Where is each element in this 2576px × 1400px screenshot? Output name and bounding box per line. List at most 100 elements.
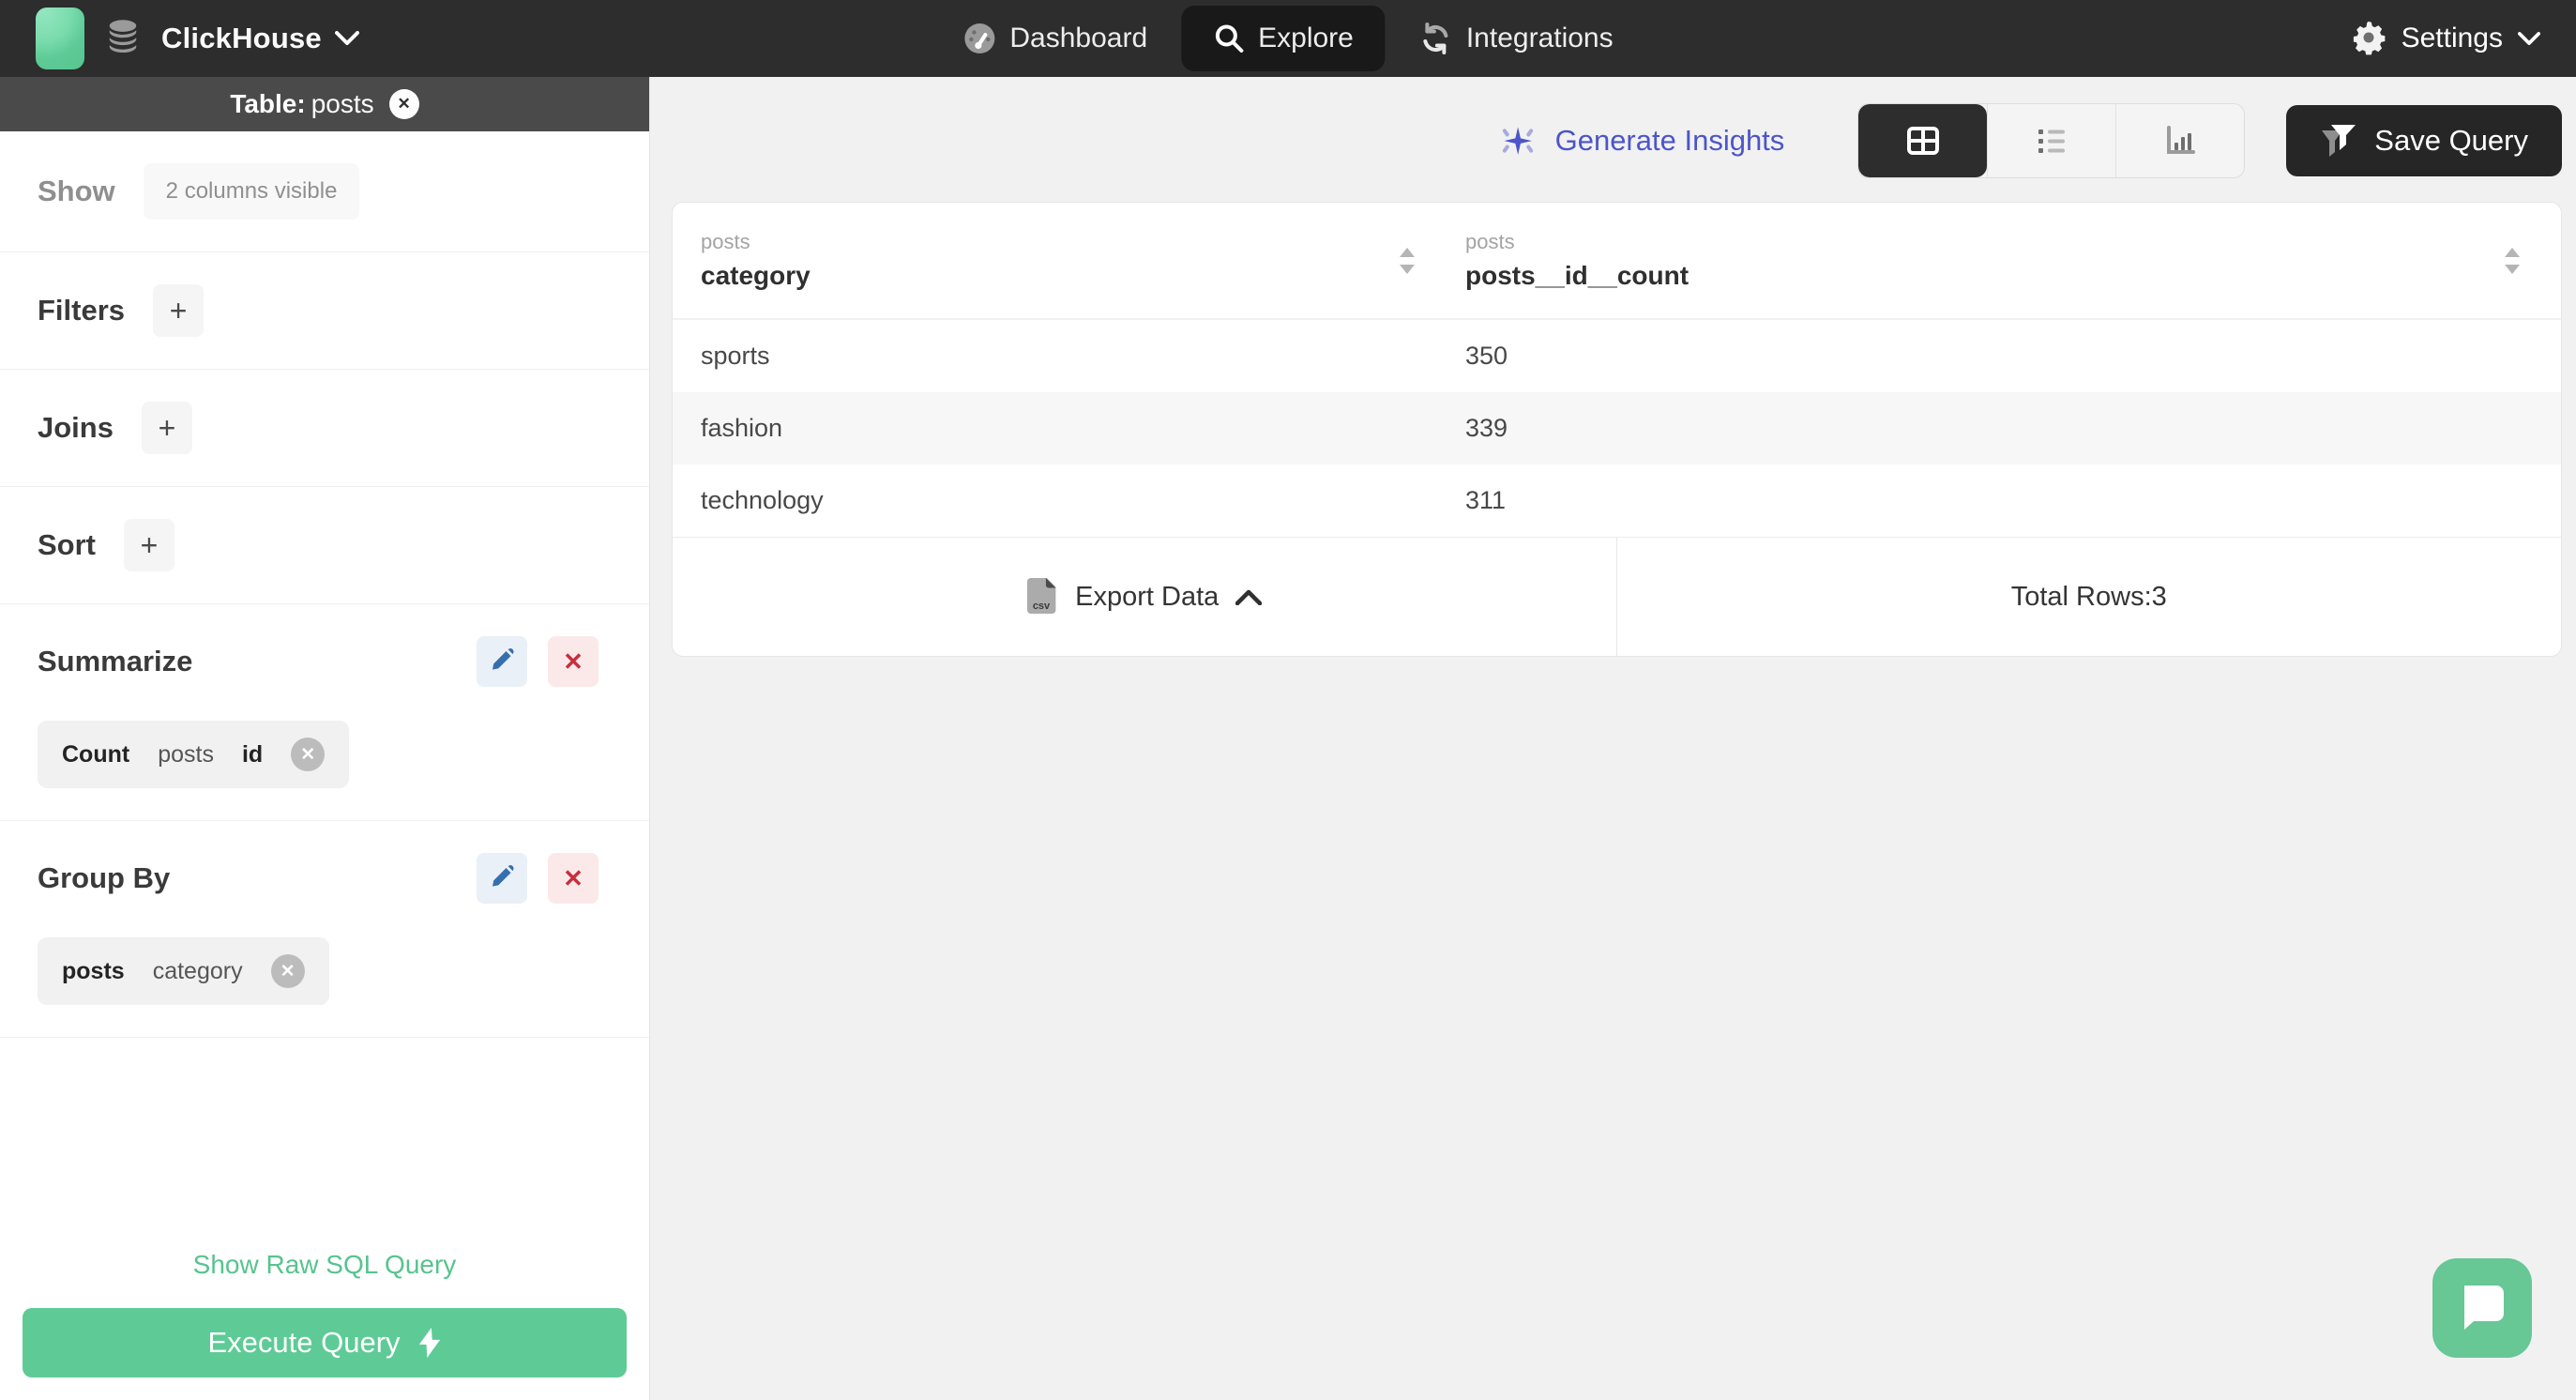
brand-menu[interactable]: ClickHouse <box>36 8 359 69</box>
delete-group-by-button[interactable]: ✕ <box>548 853 599 904</box>
list-view-button[interactable] <box>1987 104 2115 177</box>
group-by-label: Group By <box>38 861 171 894</box>
table-footer: csv Export Data Total Rows:3 <box>673 537 2561 656</box>
table-grid-icon <box>1902 119 1945 162</box>
gauge-icon <box>962 22 996 55</box>
sort-icon[interactable] <box>1396 245 1418 277</box>
generate-insights-link[interactable]: Generate Insights <box>1497 120 1784 161</box>
nav-item-integrations[interactable]: Integrations <box>1399 8 1634 68</box>
settings-menu[interactable]: Settings <box>2351 21 2540 56</box>
save-query-label: Save Query <box>2374 124 2528 157</box>
sync-icon <box>1419 22 1453 55</box>
chart-view-button[interactable] <box>2115 104 2244 177</box>
add-sort-button[interactable]: + <box>124 519 174 571</box>
add-join-button[interactable]: + <box>141 402 192 454</box>
summarize-label: Summarize <box>38 645 193 677</box>
joins-label: Joins <box>38 411 114 444</box>
total-rows-label: Total Rows:3 <box>2010 581 2167 612</box>
column-name-label: category <box>701 261 811 290</box>
table-header-row: posts category posts posts__id__count <box>673 203 2561 320</box>
export-data-label: Export Data <box>1075 581 1220 612</box>
sort-section: Sort + <box>0 487 649 604</box>
cell-category: fashion <box>701 414 783 442</box>
query-builder-sidebar: Table: posts ✕ Show 2 columns visible Fil… <box>0 77 650 1400</box>
chip-field: category <box>152 957 243 984</box>
chip-table: posts <box>158 740 214 768</box>
sort-icon[interactable] <box>2501 245 2523 277</box>
column-name-label: posts__id__count <box>1465 261 1690 290</box>
summarize-chip: Count posts id ✕ <box>38 721 350 788</box>
edit-summarize-button[interactable] <box>477 636 527 687</box>
remove-summarize-chip-button[interactable]: ✕ <box>291 738 326 771</box>
results-table-card: posts category posts posts__id__count sp… <box>672 202 2562 657</box>
table-row[interactable]: technology 311 <box>673 464 2561 537</box>
nav-item-dashboard[interactable]: Dashboard <box>942 8 1168 68</box>
app-logo <box>36 8 84 69</box>
remove-table-button[interactable]: ✕ <box>388 89 419 119</box>
filters-section: Filters + <box>0 252 649 370</box>
chip-table: posts <box>62 957 125 984</box>
settings-label: Settings <box>2401 23 2503 53</box>
cell-category: sports <box>701 342 770 370</box>
joins-section: Joins + <box>0 370 649 487</box>
table-row[interactable]: fashion 339 <box>673 392 2561 464</box>
primary-nav: Dashboard Explore Integrations <box>942 0 1633 77</box>
selected-table-bar: Table: posts ✕ <box>0 77 649 131</box>
show-raw-sql-link[interactable]: Show Raw SQL Query <box>23 1250 627 1280</box>
chevron-up-icon <box>1235 589 1263 605</box>
table-row[interactable]: sports 350 <box>673 320 2561 392</box>
results-panel: Generate Insights Save Query posts categ… <box>650 77 2576 1400</box>
pencil-icon <box>489 648 515 675</box>
chip-field: id <box>241 740 264 768</box>
cell-category: technology <box>701 486 824 514</box>
app-root: ClickHouse Dashboard Explore Integration… <box>0 0 2576 1400</box>
gear-icon <box>2351 21 2387 56</box>
pencil-icon <box>489 865 515 891</box>
chat-widget-button[interactable] <box>2432 1258 2532 1358</box>
funnel-icon <box>2320 123 2357 159</box>
export-data-button[interactable]: csv Export Data <box>673 538 1617 656</box>
view-mode-toggle <box>1857 103 2246 178</box>
edit-group-by-button[interactable] <box>477 853 527 904</box>
column-header-count[interactable]: posts posts__id__count <box>1465 203 2561 318</box>
svg-text:csv: csv <box>1033 601 1051 612</box>
chip-aggregate: Count <box>62 740 130 768</box>
column-table-label: posts <box>701 230 750 253</box>
cell-count: 311 <box>1465 486 1507 514</box>
table-name: posts <box>311 89 374 118</box>
nav-item-label: Dashboard <box>1009 23 1148 53</box>
cell-count: 350 <box>1465 342 1508 370</box>
table-prefix: Table: <box>230 89 306 118</box>
nav-item-explore[interactable]: Explore <box>1181 6 1386 71</box>
filters-label: Filters <box>38 294 126 327</box>
summarize-section: Summarize ✕ Count posts id ✕ <box>0 604 649 821</box>
lightning-bolt-icon <box>417 1328 442 1358</box>
chat-bubble-icon <box>2455 1282 2509 1334</box>
sparkle-icon <box>1497 120 1538 161</box>
add-filter-button[interactable]: + <box>153 284 205 337</box>
csv-file-icon: csv <box>1026 578 1058 616</box>
list-icon <box>2030 119 2073 162</box>
table-view-button[interactable] <box>1858 104 1988 177</box>
columns-visible-badge[interactable]: 2 columns visible <box>143 163 360 220</box>
group-by-chip: posts category ✕ <box>38 937 329 1005</box>
chevron-down-icon <box>2518 31 2540 46</box>
results-toolbar: Generate Insights Save Query <box>672 103 2562 178</box>
database-icon <box>105 19 141 58</box>
search-icon <box>1213 23 1245 54</box>
nav-item-label: Integrations <box>1465 23 1614 53</box>
table-body: sports 350 fashion 339 technology 311 <box>673 320 2561 537</box>
cell-count: 339 <box>1465 414 1508 442</box>
sidebar-footer: Show Raw SQL Query Execute Query <box>0 1250 649 1400</box>
brand-name: ClickHouse <box>161 22 322 54</box>
bar-chart-icon <box>2159 119 2202 162</box>
group-by-section: Group By ✕ posts category ✕ <box>0 821 649 1038</box>
delete-summarize-button[interactable]: ✕ <box>548 636 599 687</box>
execute-query-button[interactable]: Execute Query <box>23 1308 627 1377</box>
nav-item-label: Explore <box>1258 23 1354 53</box>
remove-group-by-chip-button[interactable]: ✕ <box>270 954 305 988</box>
column-header-category[interactable]: posts category <box>673 203 1465 318</box>
column-table-label: posts <box>1465 230 1515 253</box>
save-query-button[interactable]: Save Query <box>2286 105 2562 176</box>
top-nav: ClickHouse Dashboard Explore Integration… <box>0 0 2576 77</box>
